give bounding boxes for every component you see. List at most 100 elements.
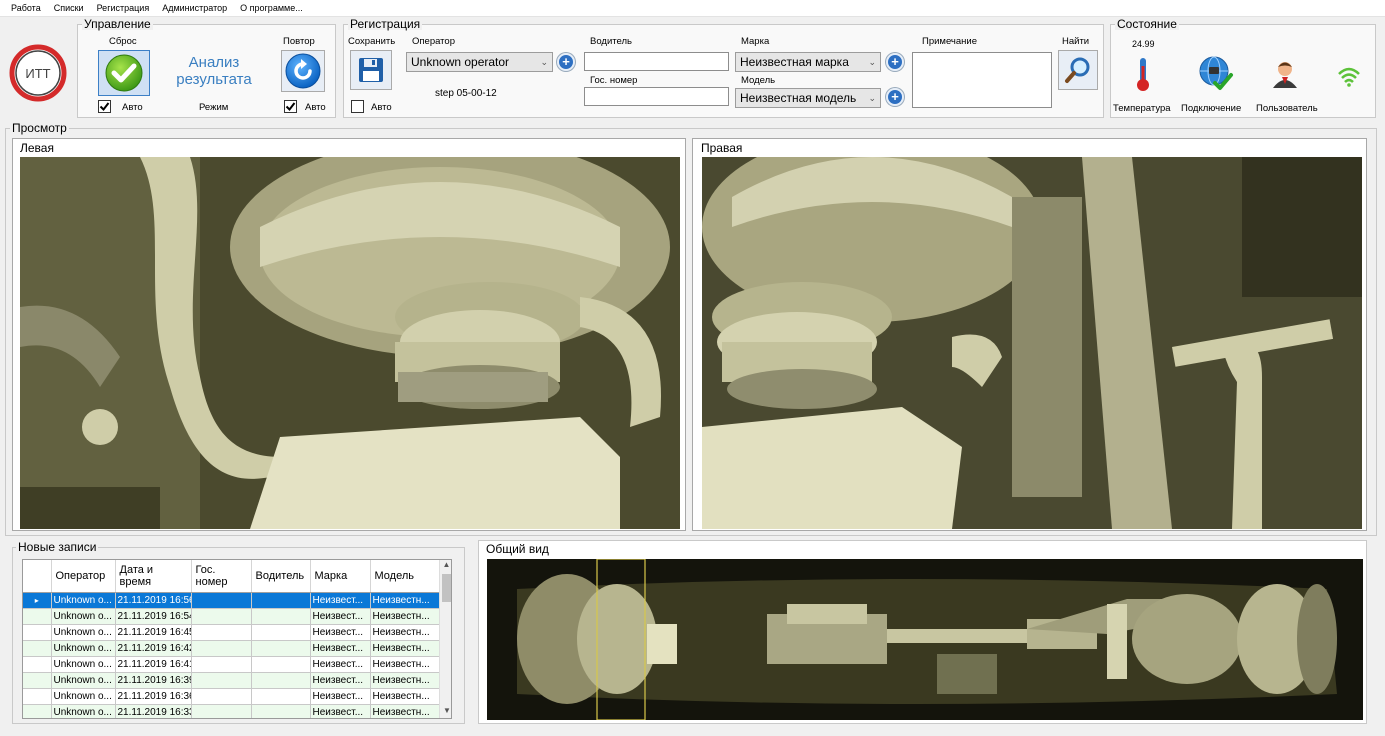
row-header[interactable] — [23, 672, 52, 689]
row-header[interactable] — [23, 608, 52, 625]
table-cell: Неизвестн... — [370, 640, 440, 657]
table-cell — [191, 672, 252, 689]
column-header[interactable]: Дата и время — [115, 560, 192, 593]
driver-input[interactable] — [584, 52, 729, 71]
row-header[interactable] — [23, 688, 52, 705]
analysis-result-mode[interactable]: Анализ результата — [163, 54, 265, 88]
table-cell: 21.11.2019 16:45 — [115, 624, 192, 641]
table-cell — [191, 624, 252, 641]
table-cell — [191, 656, 252, 673]
registration-group-title: Регистрация — [348, 17, 423, 31]
table-cell: Unknown o... — [51, 672, 116, 689]
overview-title: Общий вид — [486, 542, 549, 556]
row-header[interactable] — [23, 640, 52, 657]
table-row[interactable]: Unknown o... 21.11.2019 16:41 Неизвест... Н… — [23, 656, 440, 673]
table-cell — [251, 624, 311, 641]
table-row[interactable]: Unknown o... 21.11.2019 16:33 Неизвест... Н… — [23, 704, 440, 718]
analysis-line2: результата — [176, 71, 252, 88]
repeat-auto-checkbox[interactable] — [284, 100, 297, 113]
right-camera-image[interactable] — [702, 157, 1362, 529]
save-button[interactable] — [350, 50, 392, 90]
brand-label: Марка — [741, 36, 770, 47]
menu-item-1[interactable]: Списки — [54, 3, 84, 13]
menu-bar: Работа Списки Регистрация Администратор О пр… — [0, 0, 1385, 17]
table-row[interactable]: Unknown o... 21.11.2019 16:39 Неизвест... Н… — [23, 672, 440, 689]
table-cell: 21.11.2019 16:36 — [115, 688, 192, 705]
step-text: step 05-00-12 — [435, 88, 497, 99]
table-cell: Неизвест... — [310, 704, 371, 718]
temperature-label: Температура — [1113, 103, 1171, 114]
overview-image[interactable] — [487, 559, 1363, 720]
column-header[interactable]: Оператор — [51, 560, 116, 593]
undercarriage-right-image — [702, 157, 1362, 529]
current-row-arrow-icon[interactable]: ▸ — [23, 592, 52, 609]
table-cell: Неизвест... — [310, 672, 371, 689]
column-header[interactable]: Водитель — [251, 560, 311, 593]
table-cell — [251, 592, 311, 609]
table-row[interactable]: Unknown o... 21.11.2019 16:45 Неизвест... Н… — [23, 624, 440, 641]
magnifier-icon — [1065, 57, 1090, 83]
left-camera-image[interactable] — [20, 157, 680, 529]
operator-select[interactable]: Unknown operator ⌄ — [406, 52, 553, 72]
plate-label: Гос. номер — [590, 75, 638, 86]
row-header[interactable] — [23, 656, 52, 673]
table-cell: Неизвестн... — [370, 688, 440, 705]
menu-item-3[interactable]: Администратор — [162, 3, 227, 13]
table-row[interactable]: Unknown o... 21.11.2019 16:54 Неизвест... Н… — [23, 608, 440, 625]
table-row[interactable]: Unknown o... 21.11.2019 16:42 Неизвест... Н… — [23, 640, 440, 657]
reset-auto-checkbox[interactable] — [98, 100, 111, 113]
row-header[interactable] — [23, 704, 52, 718]
column-header[interactable]: Гос. номер — [191, 560, 252, 593]
row-header[interactable] — [23, 624, 52, 641]
brand-select[interactable]: Неизвестная марка ⌄ — [735, 52, 881, 72]
table-cell: Неизвестн... — [370, 592, 440, 609]
brand-value: Неизвестная марка — [740, 55, 849, 69]
menu-item-4[interactable]: О программе... — [240, 3, 303, 13]
reset-auto-label: Авто — [122, 102, 143, 113]
table-cell: Неизвестн... — [370, 608, 440, 625]
table-cell: 21.11.2019 16:41 — [115, 656, 192, 673]
table-cell: Неизвест... — [310, 656, 371, 673]
save-auto-checkbox[interactable] — [351, 100, 364, 113]
table-cell: Unknown o... — [51, 704, 116, 718]
add-model-button[interactable]: + — [886, 88, 904, 106]
scroll-thumb[interactable] — [442, 574, 451, 602]
scroll-down-icon[interactable]: ▼ — [440, 706, 451, 718]
column-header[interactable]: Модель — [370, 560, 440, 593]
menu-item-0[interactable]: Работа — [11, 3, 41, 13]
table-cell: 21.11.2019 16:54 — [115, 608, 192, 625]
control-group-title: Управление — [82, 17, 153, 31]
repeat-auto-label: Авто — [305, 102, 326, 113]
plate-input[interactable] — [584, 87, 729, 106]
find-button[interactable] — [1058, 50, 1098, 90]
scroll-up-icon[interactable]: ▲ — [440, 560, 451, 574]
table-row[interactable]: Unknown o... 21.11.2019 16:36 Неизвест... Н… — [23, 688, 440, 705]
model-select[interactable]: Неизвестная модель ⌄ — [735, 88, 881, 108]
note-textarea[interactable] — [912, 52, 1052, 108]
operator-label: Оператор — [412, 36, 455, 47]
checkmark-icon — [105, 54, 143, 92]
save-auto-label: Авто — [371, 102, 392, 113]
table-cell: Неизвестн... — [370, 672, 440, 689]
table-row[interactable]: ▸ Unknown o... 21.11.2019 16:56 Неизвест...… — [23, 592, 440, 609]
operator-value: Unknown operator — [411, 55, 510, 69]
repeat-button[interactable] — [281, 50, 325, 92]
reset-button[interactable] — [98, 50, 150, 96]
undercarriage-left-image — [20, 157, 680, 529]
column-header[interactable]: Марка — [310, 560, 371, 593]
note-label: Примечание — [922, 36, 977, 47]
menu-item-2[interactable]: Регистрация — [97, 3, 150, 13]
chevron-down-icon: ⌄ — [540, 57, 548, 67]
add-brand-button[interactable]: + — [886, 53, 904, 71]
table-cell: 21.11.2019 16:42 — [115, 640, 192, 657]
table-cell — [251, 608, 311, 625]
status-group-title: Состояние — [1115, 17, 1179, 31]
table-cell — [251, 672, 311, 689]
logo-text: ИТТ — [25, 66, 50, 81]
view-group-title: Просмотр — [10, 121, 69, 135]
table-cell: Unknown o... — [51, 608, 116, 625]
add-operator-button[interactable]: + — [557, 53, 575, 71]
records-scrollbar[interactable]: ▲ ▼ — [439, 560, 451, 718]
right-camera-title: Правая — [701, 141, 743, 155]
table-cell: Unknown o... — [51, 592, 116, 609]
